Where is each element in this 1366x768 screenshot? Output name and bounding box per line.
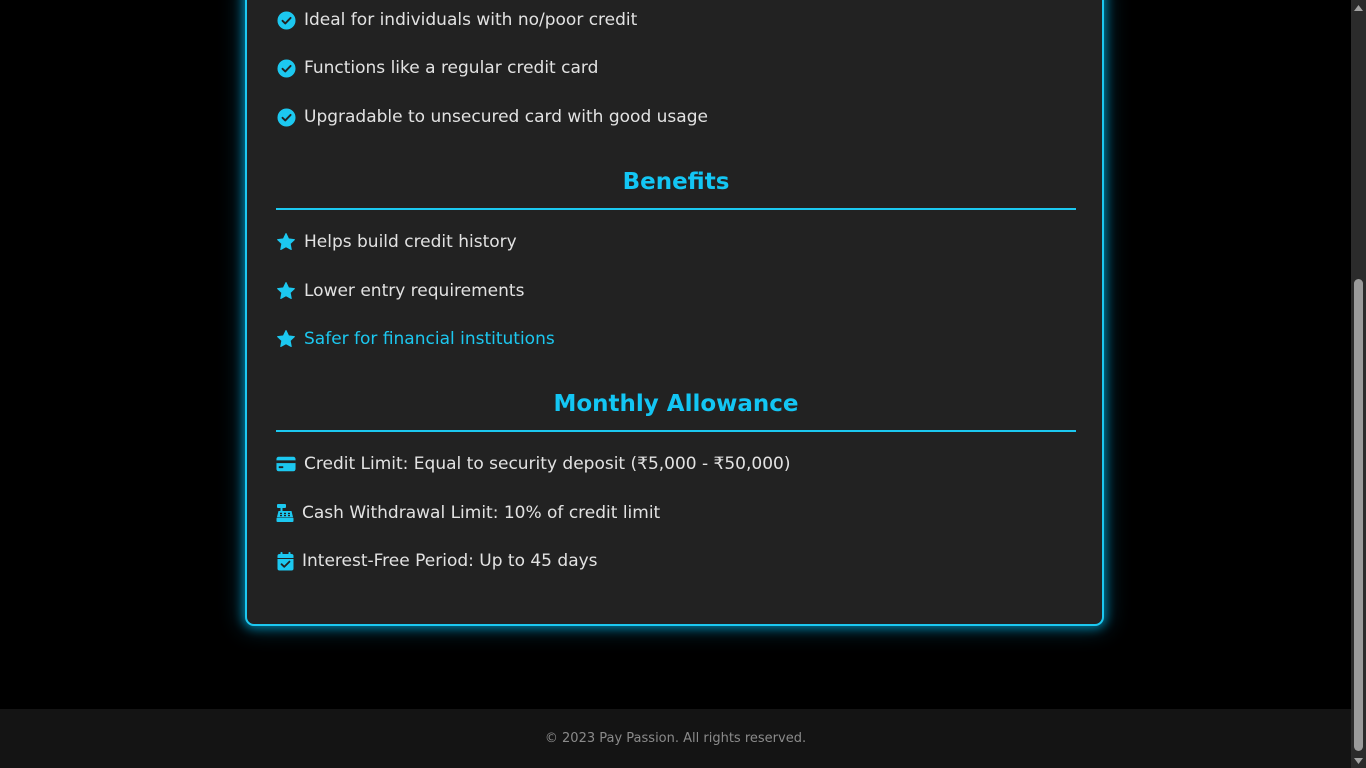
check-circle-icon [276,58,296,78]
page-viewport: Ideal for individuals with no/poor credi… [0,0,1351,768]
feature-item: Ideal for individuals with no/poor credi… [276,10,637,30]
benefit-item-hovered: Safer for financial institutions [276,329,555,349]
page-footer: © 2023 Pay Passion. All rights reserved. [0,709,1351,768]
feature-text: Functions like a regular credit card [304,58,599,78]
card-details-panel: Ideal for individuals with no/poor credi… [245,0,1104,626]
vertical-scrollbar[interactable] [1351,0,1366,768]
scroll-up-arrow-icon[interactable] [1351,0,1366,15]
check-circle-icon [276,107,296,127]
scrollbar-thumb[interactable] [1354,279,1363,751]
benefit-text: Lower entry requirements [304,281,525,301]
benefit-text: Safer for financial institutions [304,329,555,349]
benefit-item: Helps build credit history [276,232,517,252]
feature-item: Functions like a regular credit card [276,58,598,78]
allowance-item: Credit Limit: Equal to security deposit … [276,454,790,474]
feature-text: Upgradable to unsecured card with good u… [304,107,708,127]
star-icon [276,232,296,252]
calendar-check-icon [276,551,294,571]
feature-item: Upgradable to unsecured card with good u… [276,107,708,127]
allowance-heading: Monthly Allowance [553,391,799,417]
cash-register-icon [276,503,294,523]
allowance-text: Interest-Free Period: Up to 45 days [302,551,598,571]
credit-card-icon [276,454,296,474]
allowance-item: Cash Withdrawal Limit: 10% of credit lim… [276,503,660,523]
benefits-divider [276,208,1076,210]
feature-text: Ideal for individuals with no/poor credi… [304,10,638,30]
star-icon [276,281,296,301]
allowance-text: Cash Withdrawal Limit: 10% of credit lim… [302,503,661,523]
allowance-divider [276,430,1076,432]
scroll-down-arrow-icon[interactable] [1351,753,1366,768]
benefit-text: Helps build credit history [304,232,517,252]
copyright-text: © 2023 Pay Passion. All rights reserved. [544,731,807,746]
allowance-text: Credit Limit: Equal to security deposit … [304,454,791,474]
check-circle-icon [276,10,296,30]
allowance-item: Interest-Free Period: Up to 45 days [276,551,598,571]
benefits-heading: Benefits [622,169,730,195]
benefit-item: Lower entry requirements [276,281,524,301]
star-icon [276,329,296,349]
